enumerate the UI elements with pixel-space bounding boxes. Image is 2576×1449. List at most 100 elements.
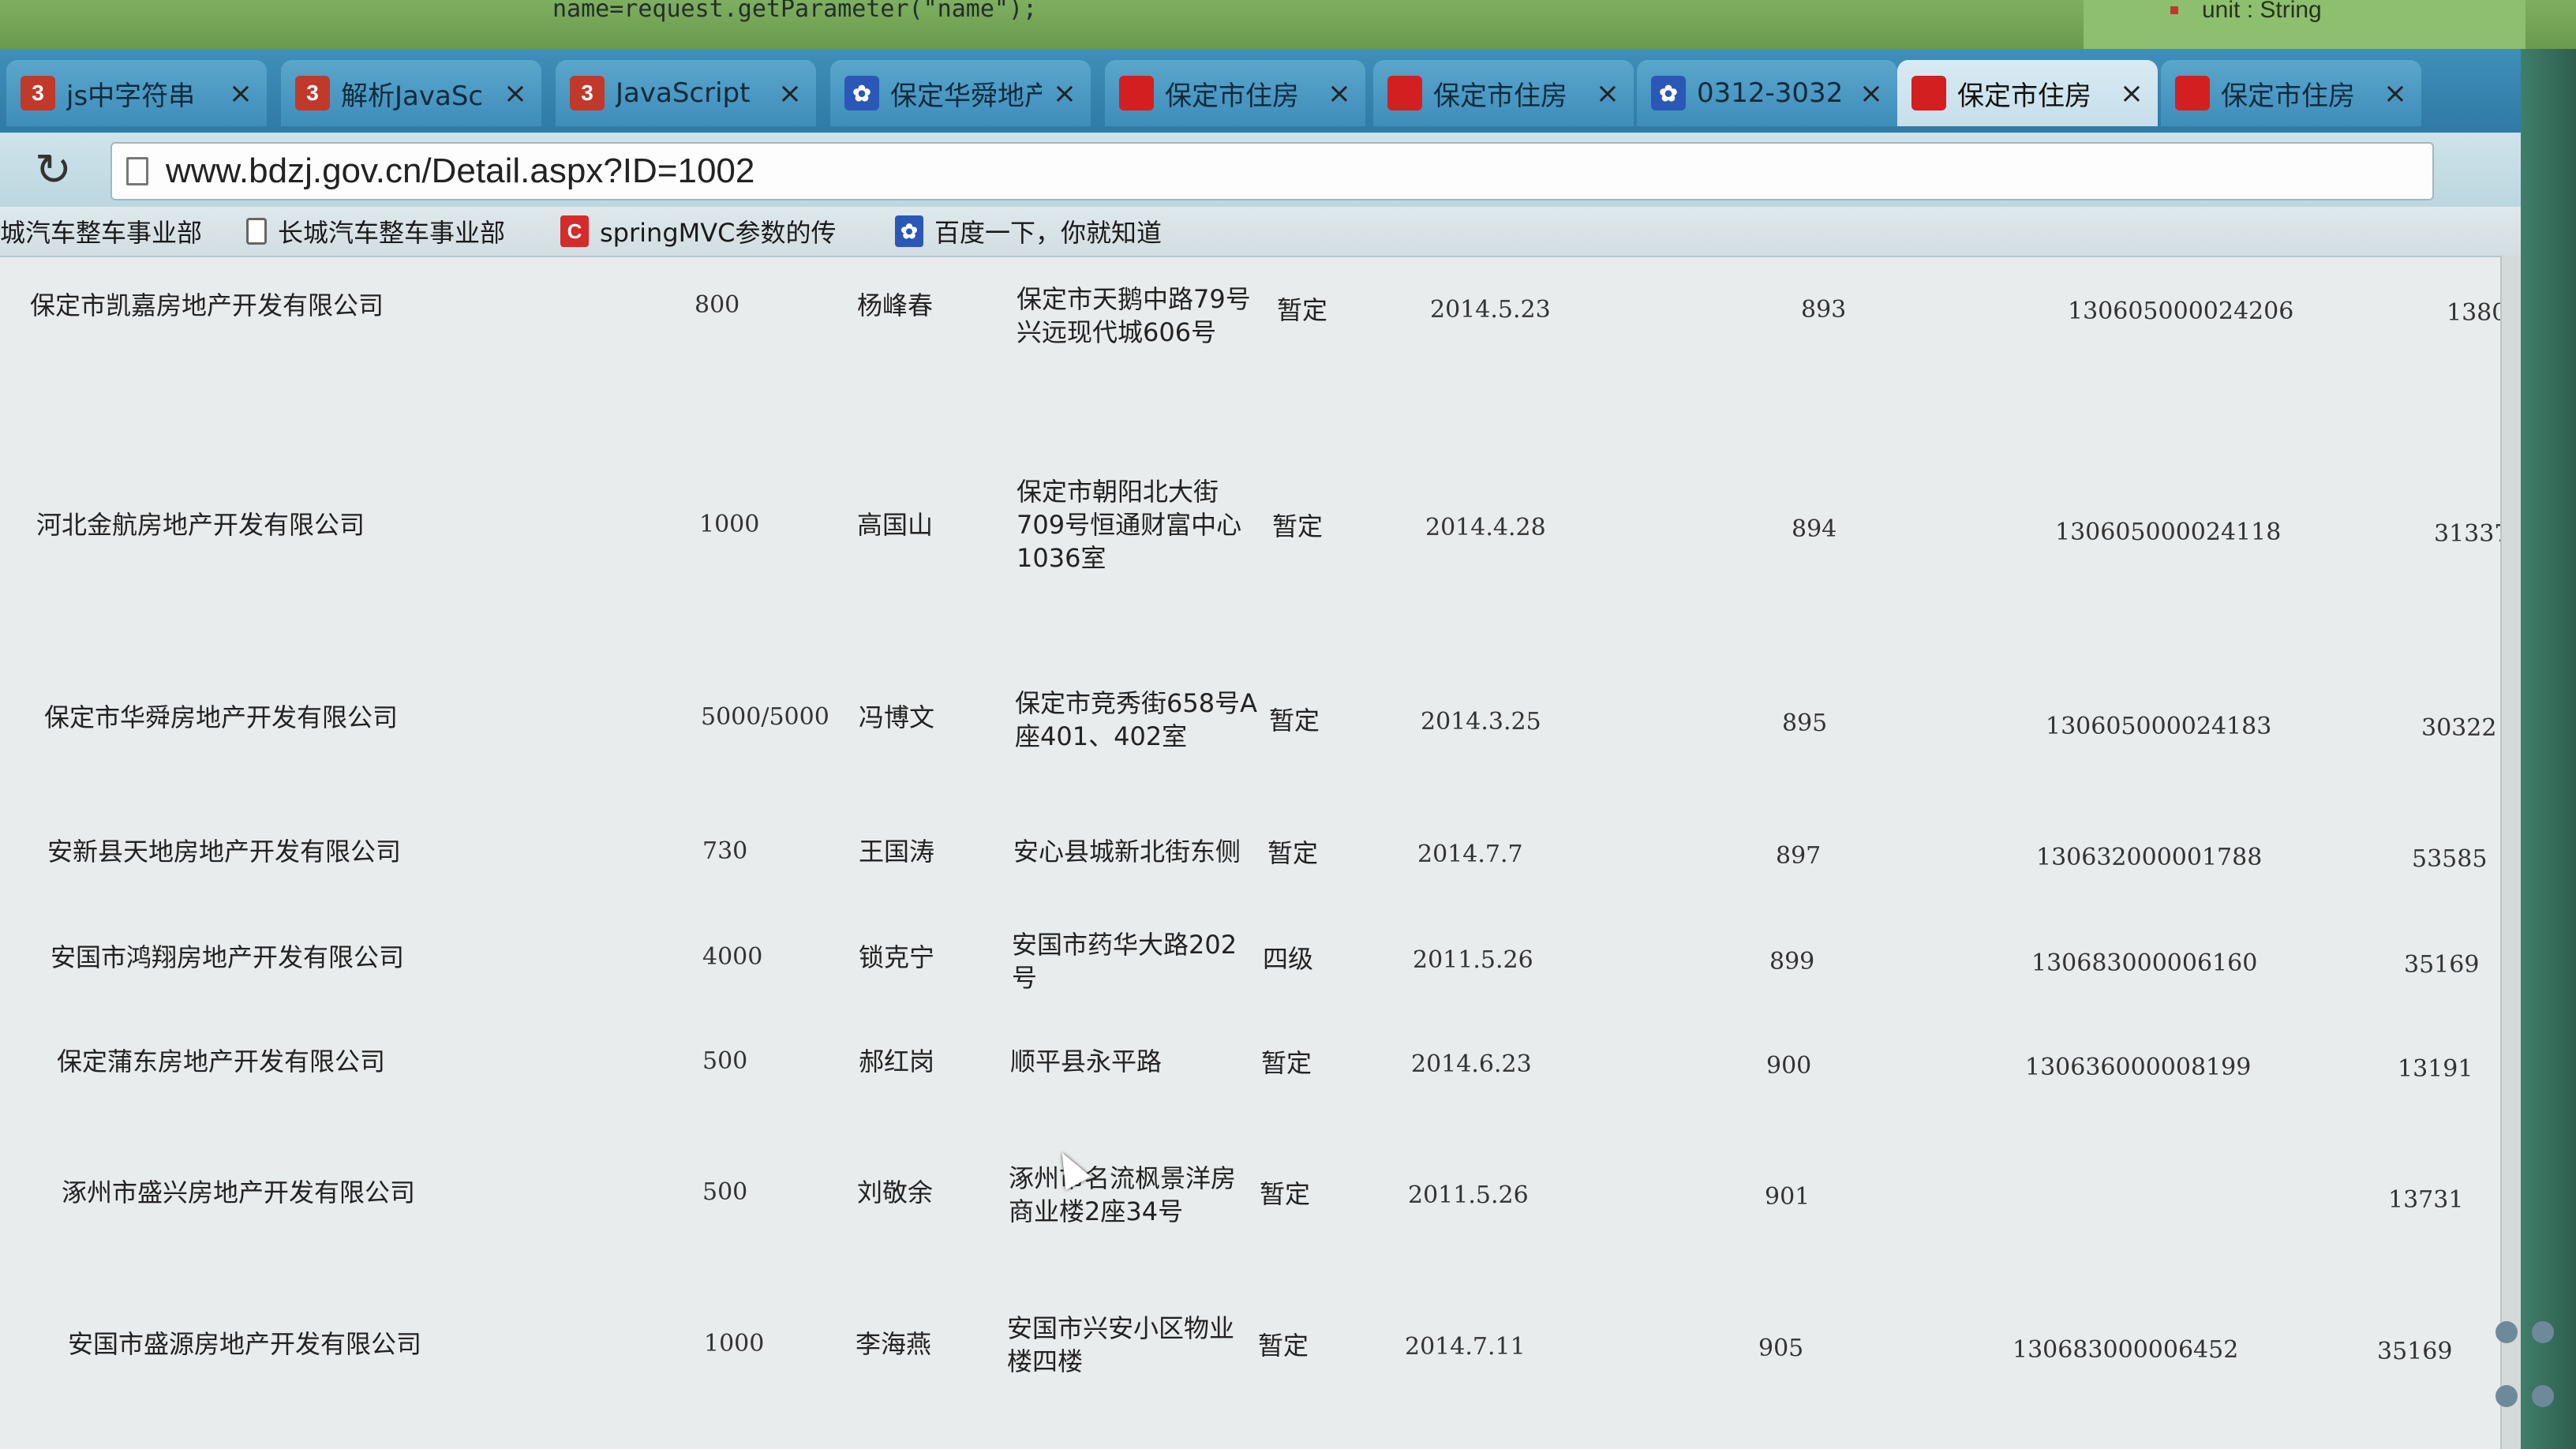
- page-icon: [126, 157, 148, 185]
- address: 保定市竞秀街658号A 座401、402室: [1015, 687, 1257, 753]
- bullet-icon: [2170, 6, 2178, 14]
- company-name: 保定蒲东房地产开发有限公司: [57, 1046, 386, 1076]
- close-tab-icon[interactable]: ×: [778, 77, 802, 110]
- address-line: 安国市药华大路202: [1012, 930, 1237, 960]
- certificate-number: 894: [1792, 515, 1837, 543]
- address-bar[interactable]: www.bdzj.gov.cn/Detail.aspx?ID=1002: [110, 142, 2434, 200]
- address: 顺平县永平路: [1010, 1045, 1162, 1078]
- browser-tab[interactable]: ✿ 0312-3032 ×: [1637, 60, 1897, 126]
- browser-tab[interactable]: 3 js中字符串 ×: [6, 60, 267, 126]
- issue-date: 2011.5.26: [1413, 946, 1533, 974]
- address: 保定市朝阳北大街 709号恒通财富中心 1036室: [1017, 475, 1241, 575]
- legal-person: 郝红岗: [859, 1046, 935, 1076]
- browser-tab[interactable]: 3 JavaScript ×: [556, 60, 816, 126]
- company-name: 安新县天地房地产开发有限公司: [47, 837, 402, 867]
- tab-title: 保定华舜地产: [890, 80, 1042, 112]
- legal-person: 锁克宁: [859, 942, 935, 972]
- system-tray: [2481, 1307, 2576, 1449]
- flag-icon: [1119, 76, 1154, 110]
- registered-capital: 730: [702, 837, 748, 865]
- close-tab-icon[interactable]: ×: [1327, 77, 1351, 110]
- qualification-grade: 暂定: [1272, 511, 1324, 541]
- close-tab-icon[interactable]: ×: [2383, 77, 2407, 110]
- tray-icon[interactable]: [2496, 1321, 2518, 1343]
- vertical-scrollbar[interactable]: [2500, 256, 2521, 1449]
- certificate-number: 905: [1758, 1335, 1804, 1362]
- registered-capital: 1000: [704, 1330, 765, 1357]
- browser-tab[interactable]: ✿ 保定华舜地产 ×: [830, 60, 1091, 126]
- detail-table: 保定市凯嘉房地产开发有限公司 800 杨峰春 保定市天鹅中路79号 兴远现代城6…: [0, 257, 2502, 1449]
- registered-capital: 800: [695, 291, 740, 319]
- bookmark-item[interactable]: ✿ 百度一下，你就知道: [895, 213, 1162, 249]
- address-line: 保定市朝阳北大街: [1017, 477, 1219, 507]
- bookmark-item[interactable]: 城汽车整车事业部: [0, 213, 202, 249]
- tab-title: 保定市住房: [2221, 80, 2355, 112]
- phone-number: 13731: [2388, 1186, 2464, 1214]
- registration-number: 130605000024118: [2055, 519, 2282, 546]
- close-tab-icon[interactable]: ×: [1596, 77, 1619, 110]
- registered-capital: 500: [702, 1178, 748, 1206]
- editor-outline-panel: unit : String: [2084, 0, 2525, 49]
- address-line: 1036室: [1017, 543, 1106, 573]
- address-line: 安国市兴安小区物业: [1007, 1313, 1235, 1343]
- tab-title: 保定市住房: [1165, 80, 1299, 112]
- registration-number: 130632000001788: [2036, 844, 2263, 871]
- tab-title: 解析JavaSc: [341, 80, 484, 112]
- company-name: 保定市凯嘉房地产开发有限公司: [30, 290, 384, 320]
- red-logo-icon: 3: [295, 76, 330, 110]
- outline-item: unit : String: [2202, 0, 2322, 23]
- issue-date: 2014.3.25: [1421, 708, 1541, 736]
- reload-icon[interactable]: ↻: [35, 144, 72, 196]
- browser-tab[interactable]: 保定市住房 ×: [1373, 60, 1634, 126]
- address: 安国市兴安小区物业 楼四楼: [1007, 1312, 1234, 1378]
- certificate-number: 893: [1801, 296, 1847, 324]
- bookmark-item[interactable]: C springMVC参数的传: [560, 213, 836, 249]
- address: 涿州市名流枫景洋房 商业楼2座34号: [1009, 1162, 1236, 1228]
- address-line: 保定市竞秀街658号A: [1015, 688, 1257, 718]
- close-tab-icon[interactable]: ×: [2120, 77, 2144, 110]
- url-text[interactable]: www.bdzj.gov.cn/Detail.aspx?ID=1002: [166, 152, 754, 191]
- flag-icon: [1387, 76, 1422, 110]
- address-line: 709号恒通财富中心: [1017, 510, 1242, 540]
- close-tab-icon[interactable]: ×: [1859, 77, 1883, 110]
- close-tab-icon[interactable]: ×: [229, 77, 253, 110]
- address: 安国市药华大路202 号: [1012, 928, 1237, 994]
- issue-date: 2014.6.23: [1411, 1050, 1532, 1078]
- phone-number: 31337: [2434, 520, 2502, 548]
- issue-date: 2011.5.26: [1408, 1181, 1529, 1209]
- browser-tab-active[interactable]: 保定市住房 ×: [1897, 60, 2158, 126]
- tab-title: 保定市住房: [1433, 80, 1567, 112]
- bookmark-item[interactable]: 长城汽车整车事业部: [246, 213, 505, 249]
- address: 安心县城新北街东侧: [1013, 835, 1241, 868]
- registered-capital: 1000: [699, 511, 760, 538]
- address-line: 保定市天鹅中路79号: [1017, 284, 1251, 314]
- registration-number: 130605000024206: [2068, 298, 2294, 325]
- phone-number: 35169: [2377, 1338, 2453, 1365]
- tray-icon[interactable]: [2532, 1385, 2554, 1407]
- bookmark-label: 城汽车整车事业部: [0, 218, 203, 248]
- window-edge: [2521, 49, 2576, 1449]
- qualification-grade: 暂定: [1258, 1331, 1309, 1361]
- registration-number: 130636000008199: [2025, 1054, 2252, 1081]
- registered-capital: 5000/5000: [701, 703, 829, 731]
- legal-person: 杨峰春: [857, 290, 934, 320]
- browser-tab[interactable]: 3 解析JavaSc ×: [281, 60, 541, 126]
- address-line: 涿州市名流枫景洋房: [1009, 1163, 1237, 1193]
- close-tab-icon[interactable]: ×: [1053, 77, 1076, 110]
- bookmarks-bar: 城汽车整车事业部 长城汽车整车事业部 C springMVC参数的传 ✿ 百度一…: [0, 207, 2576, 257]
- qualification-grade: 暂定: [1277, 295, 1328, 325]
- certificate-number: 897: [1776, 842, 1822, 870]
- address: 保定市天鹅中路79号 兴远现代城606号: [1017, 283, 1251, 349]
- paw-icon: ✿: [1651, 76, 1686, 110]
- certificate-number: 895: [1782, 710, 1828, 737]
- tray-icon[interactable]: [2496, 1385, 2518, 1407]
- address-line: 商业楼2座34号: [1009, 1196, 1184, 1226]
- red-logo-icon: 3: [570, 76, 605, 110]
- tray-icon[interactable]: [2532, 1321, 2554, 1343]
- paw-icon: ✿: [895, 215, 923, 247]
- issue-date: 2014.7.7: [1417, 841, 1523, 868]
- browser-tab[interactable]: 保定市住房 ×: [2161, 60, 2421, 126]
- company-name: 涿州市盛兴房地产开发有限公司: [62, 1178, 416, 1208]
- browser-tab[interactable]: 保定市住房 ×: [1105, 60, 1365, 126]
- close-tab-icon[interactable]: ×: [504, 77, 527, 110]
